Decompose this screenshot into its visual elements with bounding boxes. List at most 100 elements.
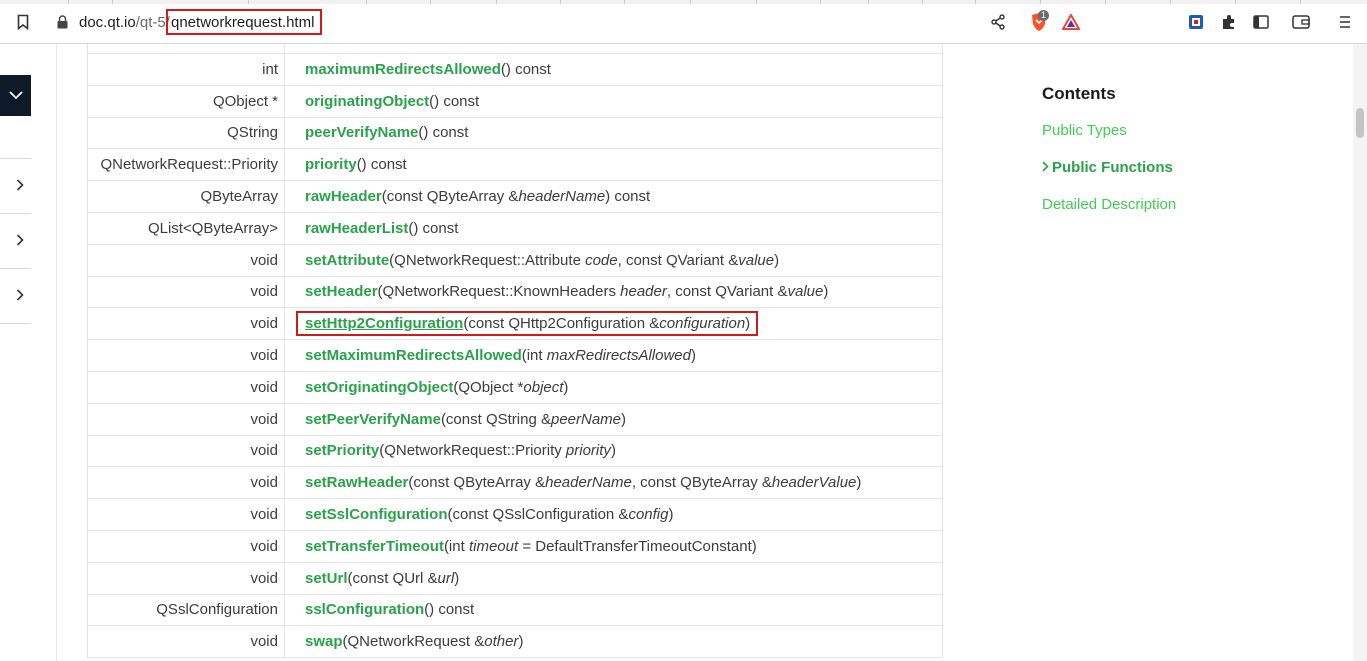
- sidebar-divider: [0, 323, 31, 324]
- return-type: void: [88, 371, 285, 403]
- parameter-name: value: [787, 283, 824, 301]
- signature-text: (QNetworkRequest::Attribute: [389, 251, 586, 269]
- parameter-name: value: [738, 251, 775, 269]
- table-row: void swap (QNetworkRequest & other): [88, 626, 942, 659]
- bookmark-icon[interactable]: [14, 13, 32, 31]
- return-type: QSslConfiguration: [88, 594, 285, 626]
- return-type: QByteArray: [88, 181, 285, 212]
- signature-text: (int: [443, 537, 469, 555]
- signature-text: (const QSslConfiguration &: [447, 506, 629, 524]
- function-signature: sslConfiguration() const: [305, 595, 474, 626]
- function-link[interactable]: maximumRedirectsAllowed: [305, 61, 501, 78]
- signature-text: (const QUrl &: [347, 569, 438, 587]
- extension-blue-icon[interactable]: [1187, 13, 1205, 31]
- share-icon[interactable]: [989, 13, 1007, 31]
- function-link[interactable]: originatingObject: [305, 93, 429, 110]
- signature-text: (const QByteArray &: [381, 188, 519, 206]
- function-signature: setSslConfiguration (const QSslConfigurat…: [305, 499, 673, 530]
- highlight-box: [296, 311, 758, 337]
- table-row: void setTransferTimeout (int timeout = Def…: [88, 530, 942, 563]
- chevron-right-icon: [16, 179, 24, 191]
- function-signature: setAttribute (QNetworkRequest::Attribute …: [305, 245, 779, 276]
- return-type: void: [88, 308, 285, 340]
- signature-text: , const QVariant &: [617, 251, 739, 269]
- function-link[interactable]: setMaximumRedirectsAllowed: [305, 347, 522, 364]
- sidebar-toggle-icon[interactable]: [1252, 13, 1270, 31]
- table-row: void setHttp2Configuration (const QHttp2Co…: [88, 308, 942, 341]
- table-row: void setRawHeader (const QByteArray & heade…: [88, 467, 942, 500]
- parameter-name: code: [585, 251, 618, 269]
- table-row: void setUrl (const QUrl & url): [88, 562, 942, 595]
- signature-text: , const QVariant &: [666, 283, 788, 301]
- function-link[interactable]: rawHeader: [305, 188, 382, 205]
- table-row: void setPriority (QNetworkRequest::Priorit…: [88, 435, 942, 468]
- function-link[interactable]: peerVerifyName: [305, 124, 418, 141]
- table-row: QNetworkRequest::Priority priority() cons…: [88, 149, 942, 182]
- contents-link-public-functions[interactable]: Public Functions: [1042, 159, 1173, 176]
- function-link[interactable]: setRawHeader: [305, 474, 408, 491]
- function-link[interactable]: setSslConfiguration: [305, 506, 448, 523]
- return-type: void: [88, 499, 285, 530]
- function-signature: swap (QNetworkRequest & other): [305, 626, 523, 657]
- function-signature: setPeerVerifyName (const QString & peerNam…: [305, 404, 626, 435]
- function-link[interactable]: sslConfiguration: [305, 601, 424, 618]
- brave-shields-icon[interactable]: 1: [1027, 10, 1051, 31]
- function-signature: setOriginatingObject (QObject * object): [305, 372, 568, 403]
- menu-icon[interactable]: [1336, 13, 1354, 31]
- function-link[interactable]: setHeader: [305, 283, 378, 300]
- sidebar-collapse-button[interactable]: [0, 75, 31, 116]
- function-link[interactable]: setPriority: [305, 442, 379, 459]
- chevron-right-icon: [1042, 159, 1052, 176]
- signature-text: (QNetworkRequest &: [342, 633, 485, 651]
- lock-icon[interactable]: [57, 15, 68, 34]
- function-link[interactable]: setPeerVerifyName: [305, 411, 441, 428]
- contents-link-public-types[interactable]: Public Types: [1042, 122, 1127, 139]
- chevron-right-icon: [16, 234, 24, 246]
- signature-text: ): [668, 506, 674, 524]
- content-left-border: [56, 44, 57, 661]
- sidebar-divider: [0, 158, 31, 159]
- brave-rewards-icon[interactable]: [1062, 13, 1080, 31]
- contents-title: Contents: [1042, 84, 1116, 103]
- function-link[interactable]: setUrl: [305, 570, 348, 587]
- sidebar-divider: [0, 213, 31, 214]
- parameter-name: url: [437, 569, 455, 587]
- contents-link-detailed-description[interactable]: Detailed Description: [1042, 196, 1176, 213]
- url-text[interactable]: doc.qt.io/qt-5/: [79, 14, 170, 31]
- tab-strip-edge: [0, 0, 1367, 4]
- page-scrollbar-thumb[interactable]: [1356, 108, 1364, 138]
- function-signature: setPriority (QNetworkRequest::Priority pr…: [305, 436, 616, 467]
- sidebar-expand-2[interactable]: [13, 233, 27, 247]
- signature-text: () const: [408, 219, 459, 237]
- function-link[interactable]: rawHeaderList: [305, 220, 408, 237]
- table-row: QSslConfiguration sslConfiguration() cons…: [88, 594, 942, 627]
- signature-text: ) const: [605, 188, 651, 206]
- function-link[interactable]: setTransferTimeout: [305, 538, 444, 555]
- return-type: int: [88, 54, 285, 85]
- signature-text: () const: [500, 60, 551, 78]
- sidebar-expand-3[interactable]: [13, 288, 27, 302]
- function-signature: rawHeader (const QByteArray & headerName) …: [305, 181, 650, 212]
- extensions-puzzle-icon[interactable]: [1220, 13, 1238, 31]
- signature-text: ): [454, 569, 460, 587]
- function-signature: setMaximumRedirectsAllowed (int maxRedire…: [305, 340, 696, 371]
- signature-text: ): [563, 378, 569, 396]
- return-type: void: [88, 340, 285, 371]
- url-path-prefix: /qt-5/: [135, 14, 170, 31]
- function-link[interactable]: priority: [305, 156, 357, 173]
- function-link[interactable]: setOriginatingObject: [305, 379, 453, 396]
- sidebar-divider: [0, 268, 31, 269]
- chevron-right-icon: [16, 289, 24, 301]
- function-link[interactable]: swap: [305, 633, 343, 650]
- table-row: void setSslConfiguration (const QSslConfig…: [88, 499, 942, 531]
- signature-text: () const: [429, 92, 480, 110]
- wallet-icon[interactable]: [1292, 13, 1310, 31]
- contents-link-label: Public Types: [1042, 122, 1127, 139]
- table-row-cut: [88, 44, 942, 54]
- function-link[interactable]: setAttribute: [305, 252, 389, 269]
- return-type: QString: [88, 117, 285, 149]
- sidebar-expand-1[interactable]: [13, 178, 27, 192]
- table-row: QObject * originatingObject() const: [88, 85, 942, 118]
- function-signature: peerVerifyName() const: [305, 118, 468, 149]
- parameter-name: headerValue: [771, 474, 857, 492]
